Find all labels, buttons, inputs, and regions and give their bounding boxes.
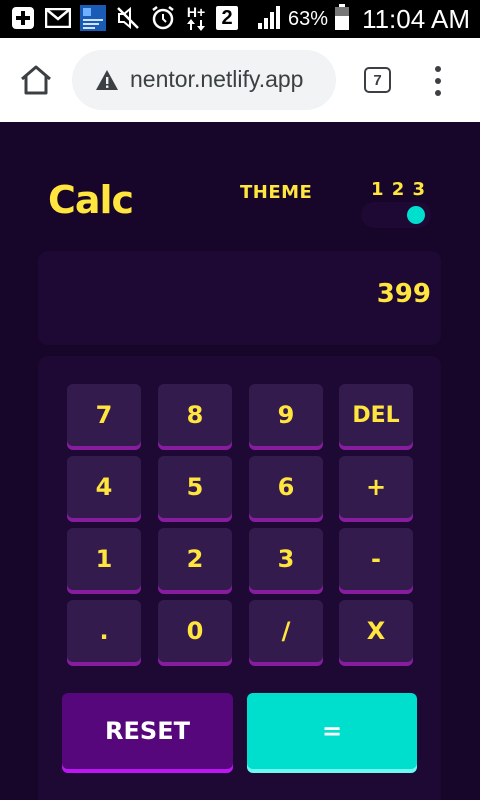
theme-option-1[interactable]: 1 <box>371 179 384 200</box>
status-bar: H+ 2 63% 11:04 AM <box>0 0 480 38</box>
tab-count: 7 <box>373 71 382 89</box>
tabs-icon[interactable]: 7 <box>364 67 391 93</box>
theme-option-3[interactable]: 3 <box>412 179 425 200</box>
delete-button[interactable]: DEL <box>339 384 413 446</box>
display-value: 399 <box>376 279 431 309</box>
sim-number: 2 <box>221 6 233 29</box>
sim-icon: 2 <box>216 6 238 30</box>
network-label: H+ <box>186 4 206 20</box>
digit-1-button[interactable]: 1 <box>67 528 141 590</box>
theme-label: THEME <box>240 182 313 203</box>
home-icon[interactable] <box>18 62 54 98</box>
calculator-app: Calc THEME 1 2 3 399 RESET = 7 8 9 DEL 4 5 6 +1… <box>0 122 480 800</box>
mail-icon <box>45 5 71 31</box>
mute-icon <box>115 5 141 31</box>
digit-2-button[interactable]: 2 <box>158 528 232 590</box>
reset-button[interactable]: RESET <box>62 693 233 769</box>
data-arrows-icon: H+ <box>185 5 207 31</box>
browser-toolbar: nentor.netlify.app 7 <box>0 38 480 122</box>
theme-options: 1 2 3 <box>365 179 431 200</box>
minus-button[interactable]: - <box>339 528 413 590</box>
signal-icon <box>256 5 282 33</box>
address-bar[interactable]: nentor.netlify.app <box>72 50 336 110</box>
battery-icon <box>334 4 350 34</box>
battery-percent: 63% <box>288 7 329 30</box>
multiply-button[interactable]: X <box>339 600 413 662</box>
theme-toggle-knob[interactable] <box>407 206 425 224</box>
add-icon <box>10 5 36 31</box>
digit-5-button[interactable]: 5 <box>158 456 232 518</box>
digit-7-button[interactable]: 7 <box>67 384 141 446</box>
calculator-display: 399 <box>38 251 441 345</box>
menu-icon[interactable] <box>434 66 442 96</box>
digit-3-button[interactable]: 3 <box>249 528 323 590</box>
divide-button[interactable]: / <box>249 600 323 662</box>
digit-8-button[interactable]: 8 <box>158 384 232 446</box>
theme-option-2[interactable]: 2 <box>392 179 405 200</box>
equals-button[interactable]: = <box>247 693 417 769</box>
plus-button[interactable]: + <box>339 456 413 518</box>
alarm-icon <box>150 5 176 31</box>
theme-toggle[interactable] <box>361 202 431 228</box>
keypad: RESET = 7 8 9 DEL 4 5 6 +1 2 3-. 0 / X <box>38 356 441 800</box>
url-text[interactable]: nentor.netlify.app <box>130 66 303 93</box>
warning-icon[interactable] <box>96 70 118 90</box>
decimal-button[interactable]: . <box>67 600 141 662</box>
digit-0-button[interactable]: 0 <box>158 600 232 662</box>
app-title: Calc <box>48 178 134 222</box>
digit-9-button[interactable]: 9 <box>249 384 323 446</box>
app-icon <box>80 5 106 31</box>
digit-6-button[interactable]: 6 <box>249 456 323 518</box>
clock: 11:04 AM <box>362 3 470 34</box>
digit-4-button[interactable]: 4 <box>67 456 141 518</box>
